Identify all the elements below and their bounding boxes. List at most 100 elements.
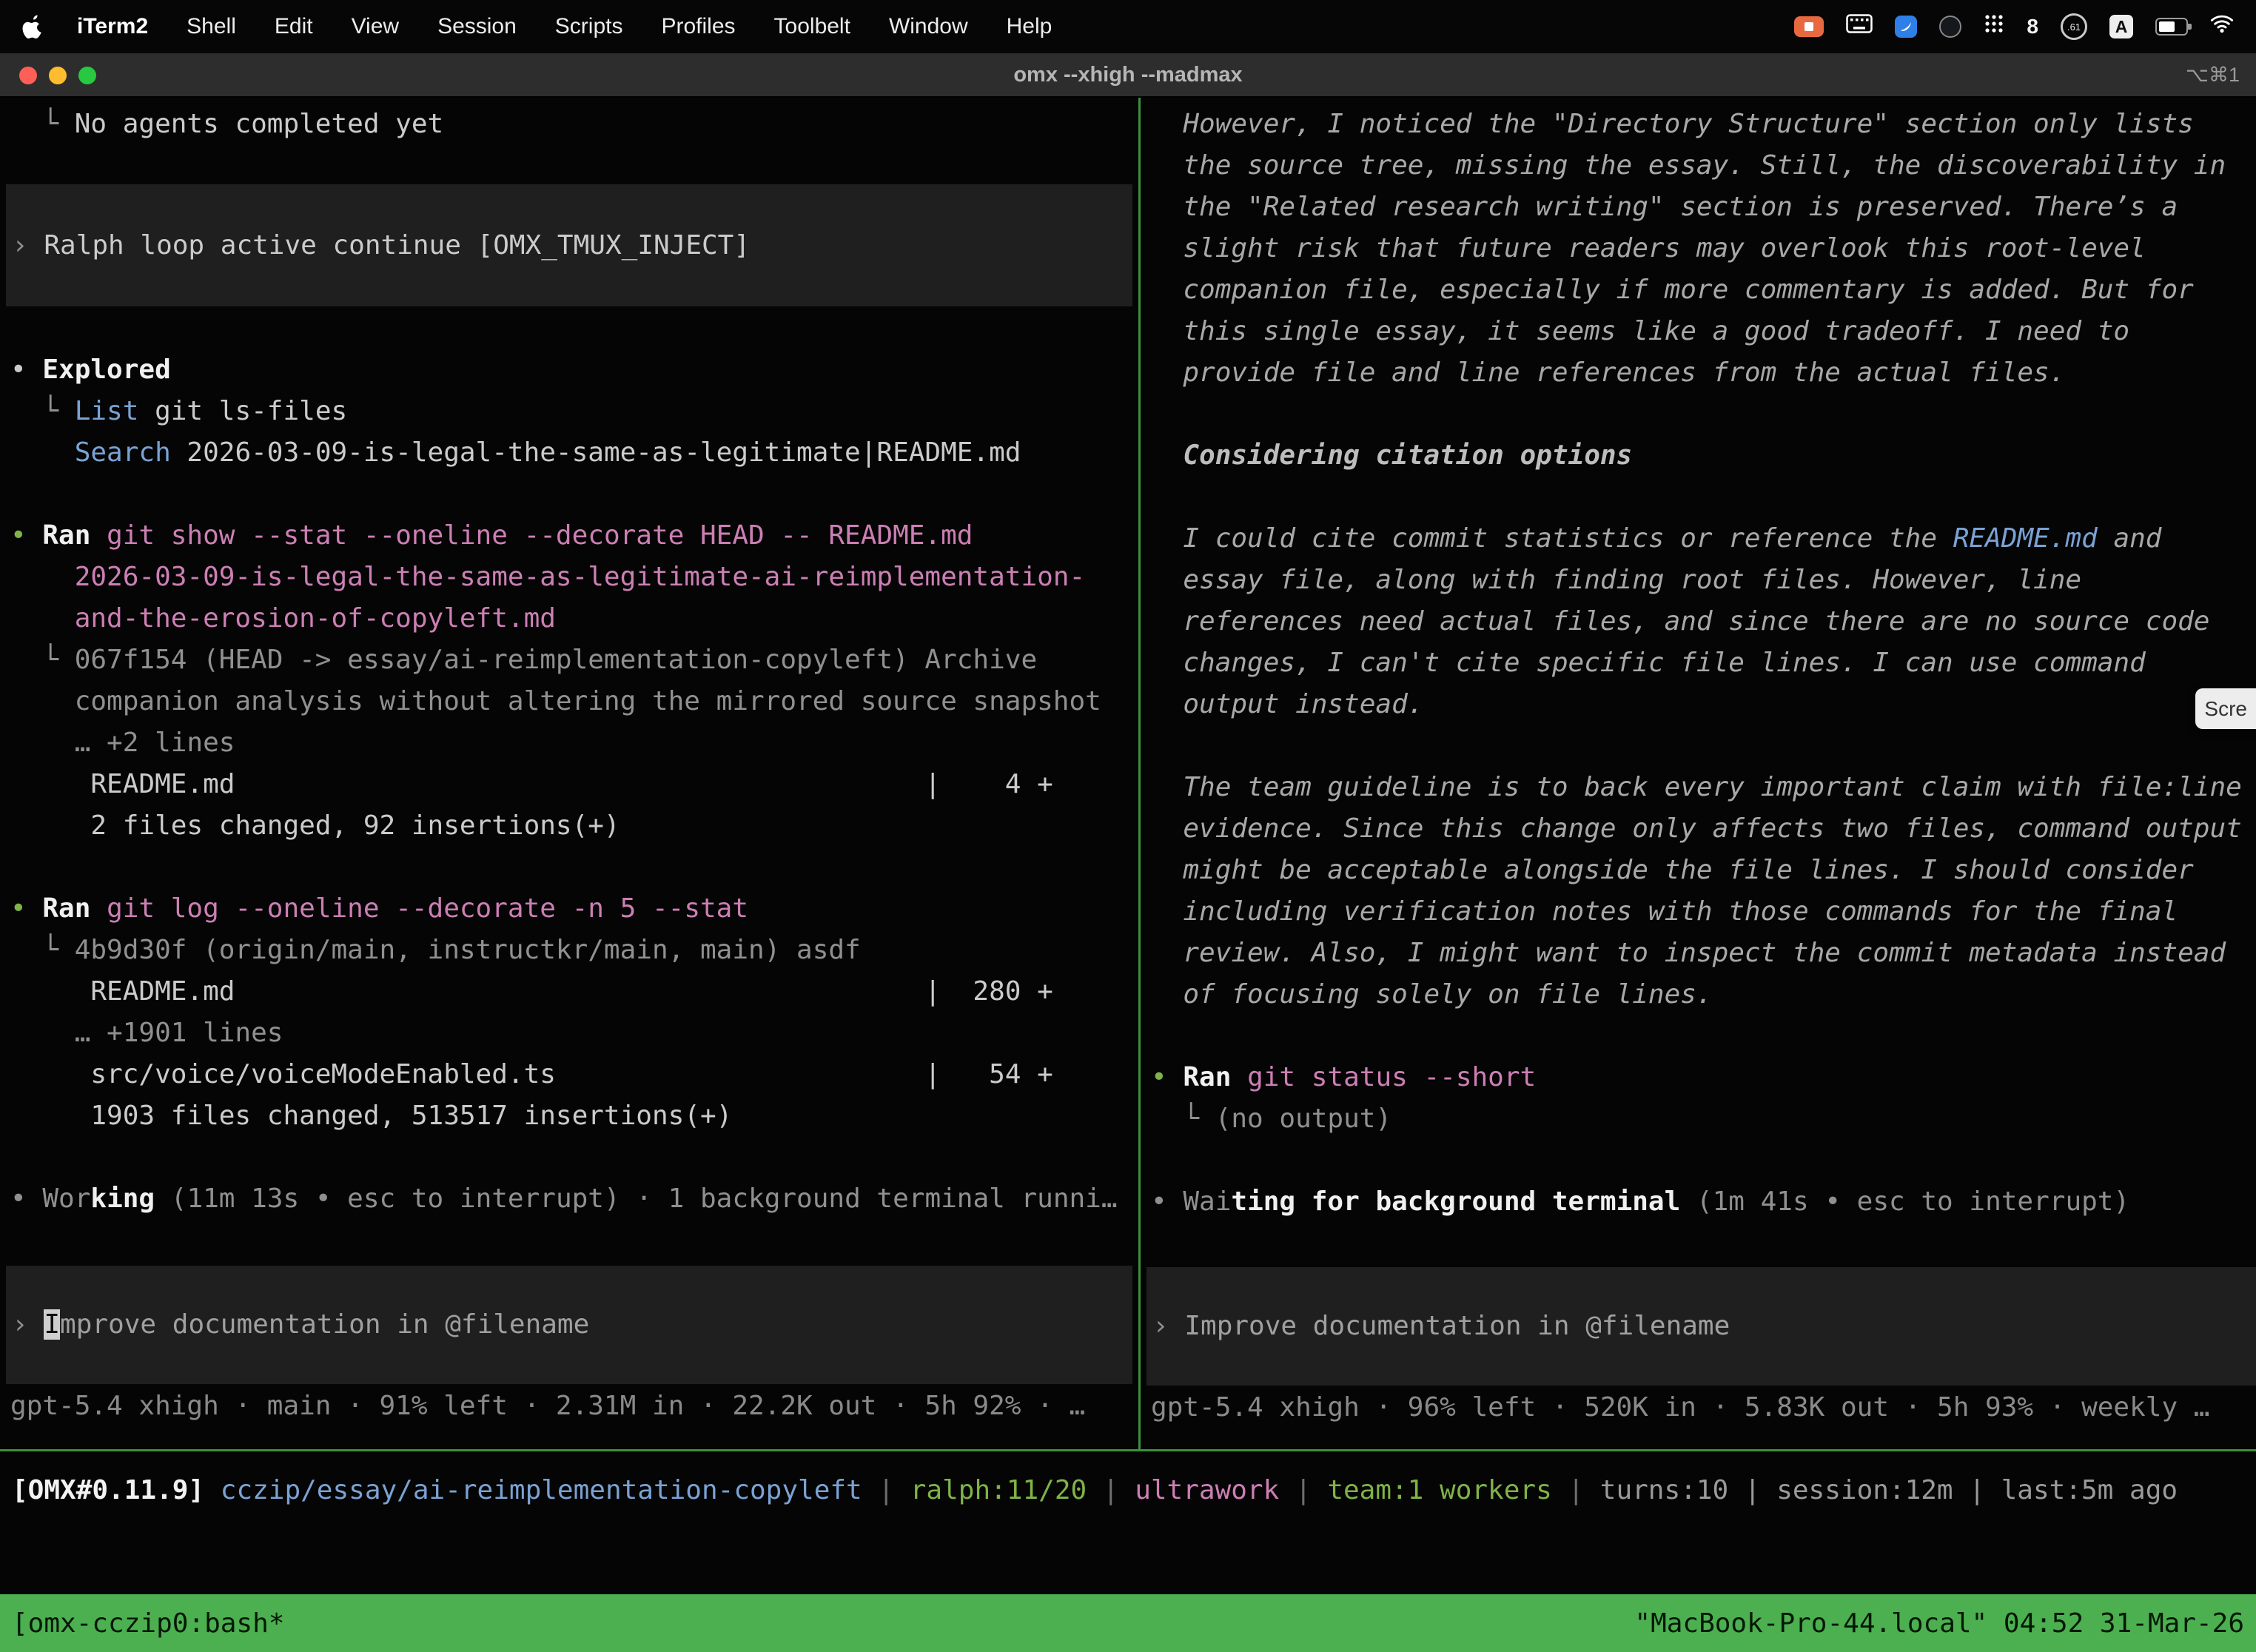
menu-item-profiles[interactable]: Profiles xyxy=(642,14,754,39)
thinking-paragraph-line: The team guideline is to back every impo… xyxy=(1151,767,2256,808)
menu-item-scripts[interactable]: Scripts xyxy=(536,14,642,39)
window-hotkey-label: ⌥⌘1 xyxy=(2186,64,2240,87)
input-source-icon[interactable]: A xyxy=(2109,15,2133,38)
thinking-paragraph-line: might be acceptable alongside the file l… xyxy=(1151,850,2256,891)
ran-command-line: • Ran git log --oneline --decorate -n 5 … xyxy=(10,888,1138,930)
menu-item-shell[interactable]: Shell xyxy=(167,14,255,39)
command-output-line: … +1901 lines xyxy=(10,1013,1138,1054)
agents-status-line: └ No agents completed yet xyxy=(10,104,1138,145)
omx-session-info: turns:10 | session:12m | last:5m ago xyxy=(1600,1475,2178,1505)
thinking-paragraph-line: including verification notes with those … xyxy=(1151,891,2256,933)
text-cursor: I xyxy=(44,1309,60,1340)
blank-line xyxy=(10,474,1138,515)
readme-file-link: README.md xyxy=(1953,523,2098,554)
window-title-bar: omx --xhigh --madmax ⌥⌘1 xyxy=(0,53,2256,98)
chat-input-line: › Improve documentation in @filename xyxy=(12,1304,589,1346)
ran-command-line: • Ran git show --stat --oneline --decora… xyxy=(10,515,1138,557)
menu-item-help[interactable]: Help xyxy=(987,14,1072,39)
menu-item-view[interactable]: View xyxy=(332,14,418,39)
blank-line xyxy=(10,847,1138,888)
explored-ls-line: └ List git ls-files xyxy=(10,391,1138,432)
blank-line xyxy=(1151,394,2256,435)
menu-item-session[interactable]: Session xyxy=(418,14,536,39)
traffic-lights xyxy=(19,67,96,84)
chat-input-right[interactable]: › Improve documentation in @filename xyxy=(1147,1267,2256,1386)
diffstat-line: README.md | 4 + xyxy=(10,764,1138,805)
diffstat-summary-line: 1903 files changed, 513517 insertions(+) xyxy=(10,1095,1138,1137)
menu-bar-status-items: 8 .61 A xyxy=(1794,13,2234,40)
ran-command-line: • Ran git status --short xyxy=(1151,1057,2256,1098)
zoom-button[interactable] xyxy=(78,67,96,84)
thinking-paragraph-line: essay file, along with finding root file… xyxy=(1151,560,2256,601)
screen-recording-indicator-icon[interactable] xyxy=(1794,16,1824,37)
thinking-paragraph-line: the "Related research writing" section i… xyxy=(1151,187,2256,228)
terminal-content: └ No agents completed yet › Ralph loop a… xyxy=(0,98,2256,1652)
thinking-paragraph-line: I could cite commit statistics or refere… xyxy=(1151,518,2256,560)
command-arg-line: 2026-03-09-is-legal-the-same-as-legitima… xyxy=(10,557,1138,598)
blank-line xyxy=(1151,1015,2256,1057)
menu-item-app[interactable]: iTerm2 xyxy=(58,14,167,39)
command-output-line: └ 4b9d30f (origin/main, instructkr/main,… xyxy=(10,930,1138,971)
chat-input-left[interactable]: › Improve documentation in @filename xyxy=(6,1266,1132,1384)
menu-item-edit[interactable]: Edit xyxy=(255,14,332,39)
thinking-paragraph-line: changes, I can't cite specific file line… xyxy=(1151,642,2256,684)
thinking-paragraph-line: evidence. Since this change only affects… xyxy=(1151,808,2256,850)
thinking-paragraph-line: companion file, especially if more comme… xyxy=(1151,269,2256,311)
diffstat-line: src/voice/voiceModeEnabled.ts | 54 + xyxy=(10,1054,1138,1095)
thinking-paragraph-line: the source tree, missing the essay. Stil… xyxy=(1151,145,2256,187)
thinking-paragraph-line: output instead. xyxy=(1151,684,2256,725)
thinking-paragraph-line: slight risk that future readers may over… xyxy=(1151,228,2256,269)
diffstat-summary-line: 2 files changed, 92 insertions(+) xyxy=(10,805,1138,847)
blue-app-icon[interactable] xyxy=(1895,16,1917,38)
command-output-line: … +2 lines xyxy=(10,722,1138,764)
tmux-status-bar: [omx-cczip0:bash* "MacBook-Pro-44.local"… xyxy=(0,1594,2256,1652)
thinking-paragraph-line: of focusing solely on file lines. xyxy=(1151,974,2256,1015)
apps-grid-icon[interactable] xyxy=(1984,13,2004,40)
thinking-paragraph-line: review. Also, I might want to inspect th… xyxy=(1151,933,2256,974)
thinking-paragraph-line: However, I noticed the "Directory Struct… xyxy=(1151,104,2256,145)
command-output-line: companion analysis without altering the … xyxy=(10,681,1138,722)
battery-icon[interactable] xyxy=(2155,18,2188,36)
explored-search-line: Search 2026-03-09-is-legal-the-same-as-l… xyxy=(10,432,1138,474)
apple-menu-icon[interactable] xyxy=(22,12,47,41)
screen-share-notification[interactable]: Scre xyxy=(2195,688,2256,729)
ralph-loop-banner: › Ralph loop active continue [OMX_TMUX_I… xyxy=(6,184,1132,306)
window-title: omx --xhigh --madmax xyxy=(1013,63,1242,87)
session-status-line: gpt-5.4 xhigh · 96% left · 520K in · 5.8… xyxy=(1151,1387,2256,1428)
menu-item-window[interactable]: Window xyxy=(870,14,987,39)
thinking-paragraph-line: provide file and line references from th… xyxy=(1151,352,2256,394)
session-status-line: gpt-5.4 xhigh · main · 91% left · 2.31M … xyxy=(10,1386,1138,1427)
close-button[interactable] xyxy=(19,67,37,84)
macos-menu-bar: iTerm2 Shell Edit View Session Scripts P… xyxy=(0,0,2256,53)
omx-branch: cczip/essay/ai-reimplementation-copyleft xyxy=(221,1475,862,1505)
key-8-icon[interactable]: 8 xyxy=(2027,15,2038,38)
ralph-loop-line: › Ralph loop active continue [OMX_TMUX_I… xyxy=(12,225,750,266)
thinking-paragraph-line: this single essay, it seems like a good … xyxy=(1151,311,2256,352)
minimize-button[interactable] xyxy=(49,67,67,84)
menu-item-toolbelt[interactable]: Toolbelt xyxy=(755,14,870,39)
blank-line xyxy=(1151,725,2256,767)
github-icon[interactable] xyxy=(1939,16,1961,38)
command-output-line: └ 067f154 (HEAD -> essay/ai-reimplementa… xyxy=(10,639,1138,681)
thinking-paragraph-line: references need actual files, and since … xyxy=(1151,601,2256,642)
blank-line xyxy=(1151,1140,2256,1181)
omx-version: [OMX#0.11.9] xyxy=(12,1475,221,1505)
tmux-host-clock: "MacBook-Pro-44.local" 04:52 31-Mar-26 xyxy=(1634,1608,2244,1639)
blank-line xyxy=(10,1137,1138,1178)
omx-ralph-counter: ralph:11/20 xyxy=(910,1475,1087,1505)
explored-header: • Explored xyxy=(10,349,1138,391)
chat-input-line: › Improve documentation in @filename xyxy=(1152,1306,1730,1347)
right-terminal-pane[interactable]: However, I noticed the "Directory Struct… xyxy=(1141,98,2256,1449)
pane-divider-horizontal xyxy=(0,1449,2256,1451)
omx-team: team:1 workers xyxy=(1327,1475,1551,1505)
working-status-line: • Working (11m 13s • esc to interrupt) ·… xyxy=(10,1178,1138,1220)
left-terminal-pane[interactable]: └ No agents completed yet › Ralph loop a… xyxy=(0,98,1138,1449)
keyboard-icon[interactable] xyxy=(1846,14,1873,39)
diffstat-line: README.md | 280 + xyxy=(10,971,1138,1013)
wifi-icon[interactable] xyxy=(2210,14,2234,39)
thinking-heading: Considering citation options xyxy=(1151,435,2256,477)
blank-line xyxy=(1151,477,2256,518)
waiting-status-line: • Waiting for background terminal (1m 41… xyxy=(1151,1181,2256,1223)
tmux-session-label[interactable]: [omx-cczip0:bash* xyxy=(12,1608,284,1639)
gauge-icon[interactable]: .61 xyxy=(2061,13,2087,40)
